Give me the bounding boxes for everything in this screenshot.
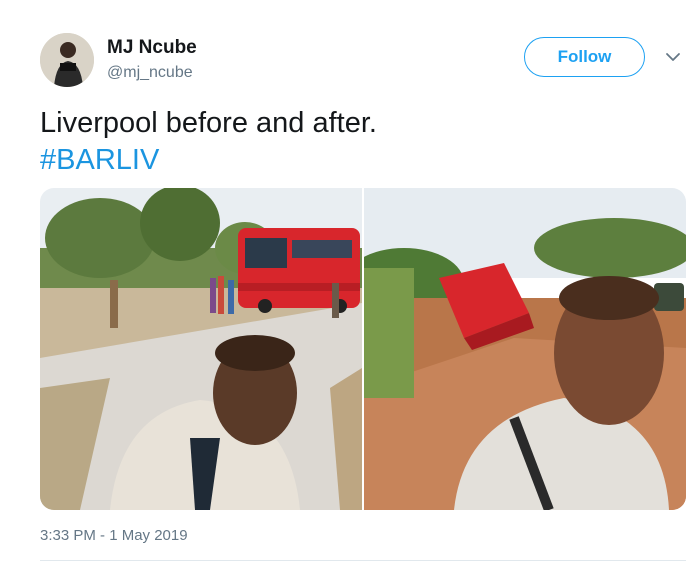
hashtag-link[interactable]: #BARLIV — [40, 141, 159, 179]
chevron-down-icon[interactable] — [664, 48, 682, 66]
media-grid — [40, 188, 686, 510]
author-name[interactable]: MJ Ncube — [107, 37, 197, 59]
photo-before[interactable] — [40, 188, 362, 510]
author-handle[interactable]: @mj_ncube — [107, 64, 193, 82]
avatar[interactable] — [40, 33, 94, 87]
photo-after[interactable] — [344, 188, 686, 510]
tweet-text: Liverpool before and after. — [40, 107, 377, 139]
divider — [40, 560, 686, 561]
follow-button[interactable]: Follow — [524, 37, 645, 77]
tweet-timestamp[interactable]: 3:33 PM - 1 May 2019 — [40, 527, 188, 544]
